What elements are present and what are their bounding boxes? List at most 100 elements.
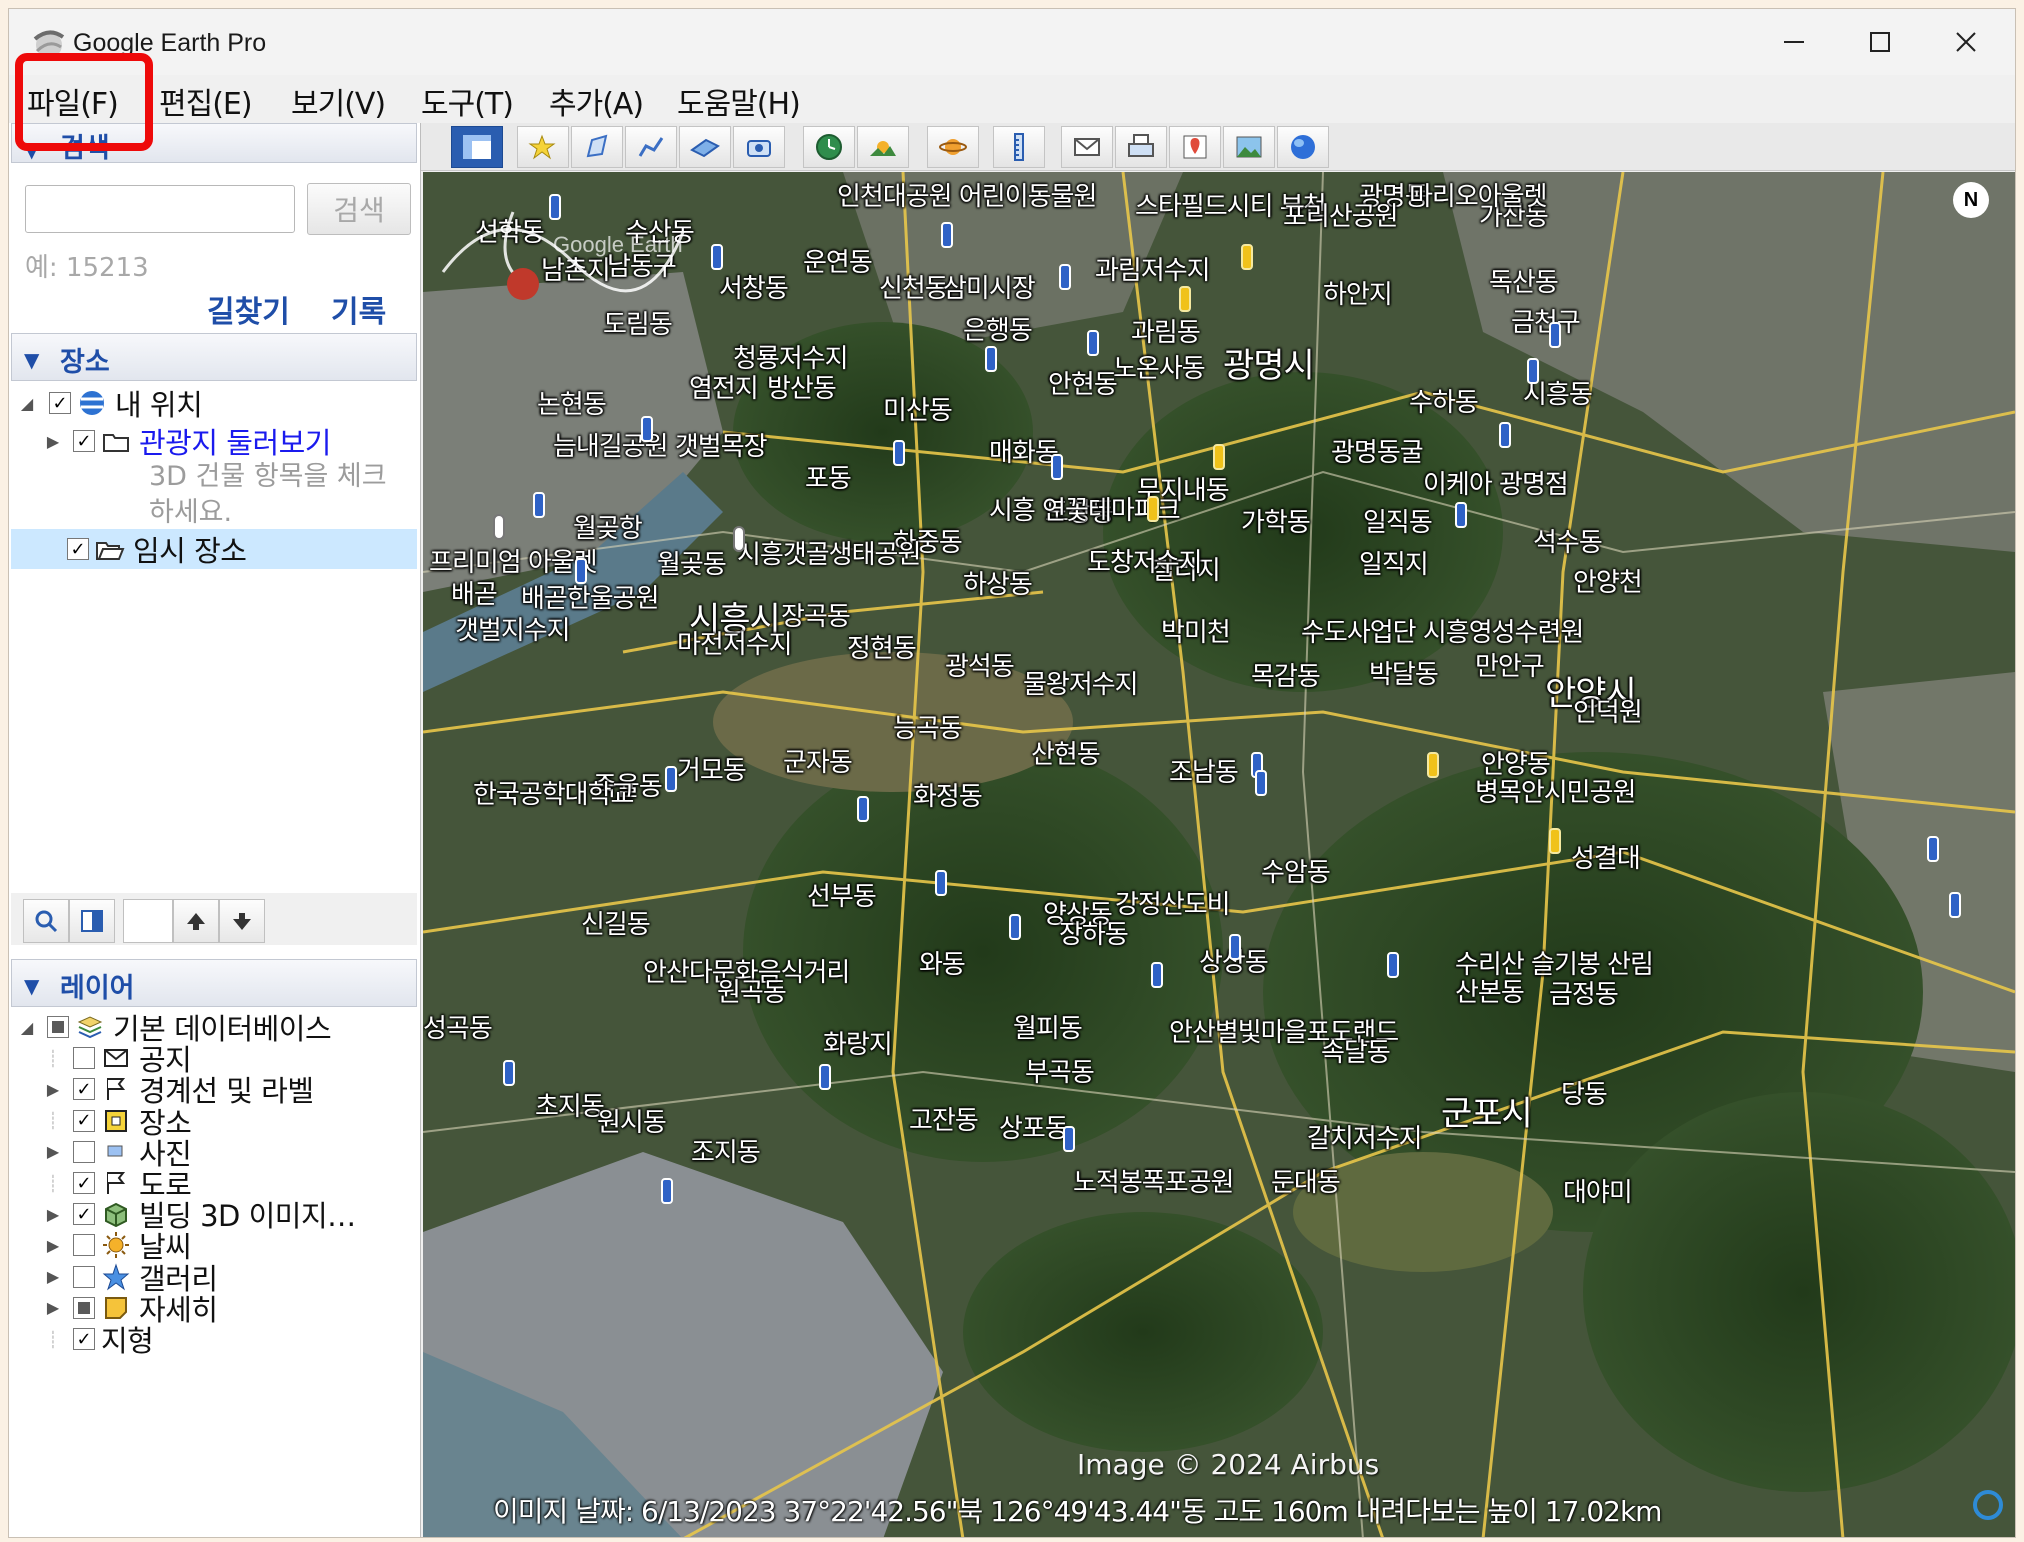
map-place-label[interactable]: 한국공학대학교 <box>473 774 634 811</box>
map-place-label[interactable]: 매화동 <box>989 432 1059 469</box>
map-place-label[interactable]: 갈치저수지 <box>1307 1118 1423 1155</box>
map-place-label[interactable]: 광명동굴 <box>1331 432 1424 469</box>
maximize-button[interactable] <box>1837 15 1923 69</box>
search-button[interactable]: 검색 <box>307 183 411 235</box>
toggle-panel-button[interactable] <box>69 899 115 943</box>
sightseeing-link[interactable]: 관광지 둘러보기 <box>139 420 331 462</box>
map-place-label[interactable]: 신길동 <box>581 904 651 941</box>
expand-arrow-icon[interactable]: ▶ <box>43 1267 63 1286</box>
map-place-label[interactable]: 삼미시장 <box>943 268 1036 305</box>
map-place-label[interactable]: 도림동 <box>603 304 673 341</box>
expand-arrow-icon[interactable]: ▶ <box>43 1080 63 1099</box>
map-place-label[interactable]: 가학동 <box>1241 502 1311 539</box>
map-place-label[interactable]: 당동 <box>1561 1074 1608 1111</box>
map-place-label[interactable]: 염전지 <box>689 368 759 405</box>
map-place-label[interactable]: 방산동 <box>767 368 837 405</box>
map-place-label[interactable]: 대야미 <box>1563 1172 1633 1209</box>
search-places-button[interactable] <box>23 899 69 943</box>
map-place-label[interactable]: 금천구 <box>1511 302 1581 339</box>
map-place-label[interactable]: 수도사업단 시흥영성수련원 <box>1301 612 1584 649</box>
tree-row-my-places[interactable]: ◢ ✓ 내 위치 <box>17 385 203 422</box>
tree-row-sightseeing[interactable]: ▶ ✓ 관광지 둘러보기 <box>43 420 332 462</box>
map-place-label[interactable]: 고잔동 <box>909 1100 979 1137</box>
map-place-label[interactable]: 하안지 <box>1323 274 1393 311</box>
expand-arrow-icon[interactable]: ▶ <box>43 1298 63 1317</box>
map-place-label[interactable]: 석수동 <box>1533 522 1603 559</box>
map-place-label[interactable]: 광명시 <box>1223 338 1315 387</box>
map-place-label[interactable]: 포리산공원 <box>1283 196 1399 233</box>
map-place-label[interactable]: 서창동 <box>719 268 789 305</box>
checkbox-temporary-places[interactable]: ✓ <box>67 538 89 560</box>
map-place-label[interactable]: 마리오아울렛 <box>1409 176 1548 213</box>
map-place-label[interactable]: 수하동 <box>1409 382 1479 419</box>
map-place-label[interactable]: 만안구 <box>1475 646 1545 683</box>
sunlight-button[interactable] <box>857 126 909 168</box>
sidebar-toggle-button[interactable] <box>451 126 503 168</box>
menu-view[interactable]: 보기(V) <box>291 79 386 123</box>
map-place-label[interactable]: 화랑지 <box>823 1024 893 1061</box>
map-place-label[interactable]: 원시동 <box>597 1102 667 1139</box>
map-place-label[interactable]: 인덕원 <box>1573 692 1643 729</box>
map-place-label[interactable]: 일직지 <box>1359 544 1429 581</box>
expand-arrow-icon[interactable]: ▶ <box>43 432 63 451</box>
menu-add[interactable]: 추가(A) <box>549 79 644 123</box>
tree-row-temporary-places[interactable]: ✓ 임시 장소 <box>43 531 247 568</box>
map-place-label[interactable]: 산본동 <box>1455 972 1525 1009</box>
map-place-label[interactable]: 배곧 <box>451 574 498 611</box>
layer-checkbox[interactable]: ✓ <box>73 1109 95 1132</box>
add-polygon-button[interactable] <box>571 126 623 168</box>
map-place-label[interactable]: 하상동 <box>963 564 1033 601</box>
ruler-button[interactable] <box>993 126 1045 168</box>
map-place-label[interactable]: 이케아 광명점 <box>1423 464 1569 501</box>
expand-arrow-icon[interactable]: ◢ <box>17 394 37 413</box>
map-place-label[interactable]: 포동 <box>805 458 852 495</box>
map-place-label[interactable]: 안양천 <box>1573 562 1643 599</box>
layer-checkbox[interactable]: ✓ <box>73 1203 95 1226</box>
map-place-label[interactable]: 과림저수지 <box>1095 250 1211 287</box>
map-place-label[interactable]: 원곡동 <box>717 972 787 1009</box>
add-image-overlay-button[interactable] <box>679 126 731 168</box>
map-place-label[interactable]: 과림동 <box>1131 312 1201 349</box>
show-in-maps-button[interactable] <box>1169 126 1221 168</box>
map-place-label[interactable]: 노온사동 <box>1113 348 1206 385</box>
map-place-label[interactable]: 병목안시민공원 <box>1475 772 1636 809</box>
map-place-label[interactable]: 신천동 <box>879 268 949 305</box>
map-place-label[interactable]: 와동 <box>919 944 966 981</box>
history-link[interactable]: 기록 <box>331 287 386 331</box>
checkbox-sightseeing[interactable]: ✓ <box>73 430 95 452</box>
map-place-label[interactable]: 부곡동 <box>1025 1052 1095 1089</box>
menu-help[interactable]: 도움말(H) <box>677 79 801 123</box>
map-place-label[interactable]: 조지동 <box>691 1132 761 1169</box>
map-place-label[interactable]: 월피동 <box>1013 1008 1083 1045</box>
map-place-label[interactable]: 늠내길공원 갯벌목장 <box>553 426 768 463</box>
expand-arrow-icon[interactable]: ▶ <box>43 1205 63 1224</box>
menu-tools[interactable]: 도구(T) <box>421 79 514 123</box>
layer-checkbox[interactable] <box>73 1265 95 1288</box>
map-place-label[interactable]: 화정동 <box>913 776 983 813</box>
map-place-label[interactable]: 논현동 <box>537 384 607 421</box>
menu-edit[interactable]: 편집(E) <box>159 79 253 123</box>
map-place-label[interactable]: 박달동 <box>1369 654 1439 691</box>
map-place-label[interactable]: 수암동 <box>1261 852 1331 889</box>
map-place-label[interactable]: 성곡동 <box>423 1008 493 1045</box>
map-place-label[interactable]: 정현동 <box>847 628 917 665</box>
map-place-label[interactable]: 운연동 <box>803 242 873 279</box>
map-place-label[interactable]: 월곶항 <box>573 508 643 545</box>
map-place-label[interactable]: 안현동 <box>1048 364 1118 401</box>
close-button[interactable] <box>1923 15 2009 69</box>
layer-checkbox[interactable] <box>73 1047 95 1070</box>
map-place-label[interactable]: 능곡동 <box>893 708 963 745</box>
layer-checkbox[interactable] <box>47 1016 69 1038</box>
earth-gallery-button[interactable] <box>1277 126 1329 168</box>
record-tour-button[interactable] <box>733 126 785 168</box>
email-button[interactable] <box>1061 126 1113 168</box>
map-place-label[interactable]: 물왕저수지 <box>1023 664 1139 701</box>
map-place-label[interactable]: 성결대 <box>1571 838 1641 875</box>
map-place-label[interactable]: 조남동 <box>1169 752 1239 789</box>
print-button[interactable] <box>1115 126 1167 168</box>
map-place-label[interactable]: 인천대공원 어린이동물원 <box>837 176 1097 213</box>
layer-checkbox[interactable]: ✓ <box>73 1078 95 1101</box>
map-place-label[interactable]: 초지동 <box>535 1086 605 1123</box>
map-place-label[interactable]: 마전저수지 <box>677 624 793 661</box>
map-place-label[interactable]: 상포동 <box>999 1108 1069 1145</box>
